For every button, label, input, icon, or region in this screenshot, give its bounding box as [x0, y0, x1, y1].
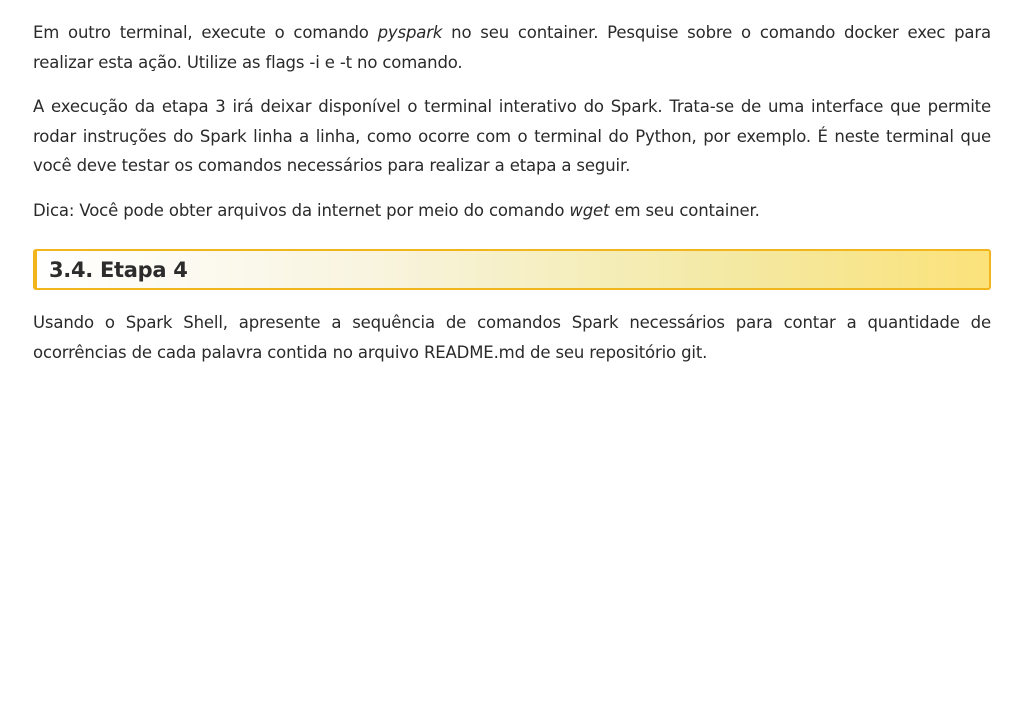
paragraph-text: Em outro terminal, execute o comando: [33, 23, 378, 42]
section-heading-etapa-4: 3.4. Etapa 4: [33, 249, 991, 290]
document-page: Em outro terminal, execute o comando pys…: [33, 18, 991, 382]
paragraph-word-count-task: Usando o Spark Shell, apresente a sequên…: [33, 313, 991, 362]
section-heading-text: 3.4. Etapa 4: [49, 257, 188, 282]
paragraph-text: Dica: Você pode obter arquivos da intern…: [33, 200, 570, 220]
paragraph-pyspark-instructions: Em outro terminal, execute o comando pys…: [33, 18, 991, 77]
paragraph-tip-wget: Dica: Você pode obter arquivos da intern…: [33, 196, 991, 226]
command-pyspark: pyspark: [377, 23, 443, 42]
command-wget: wget: [569, 200, 610, 220]
paragraph-text: em seu container.: [609, 200, 760, 220]
paragraph-spark-terminal: A execução da etapa 3 irá deixar disponí…: [33, 97, 991, 175]
